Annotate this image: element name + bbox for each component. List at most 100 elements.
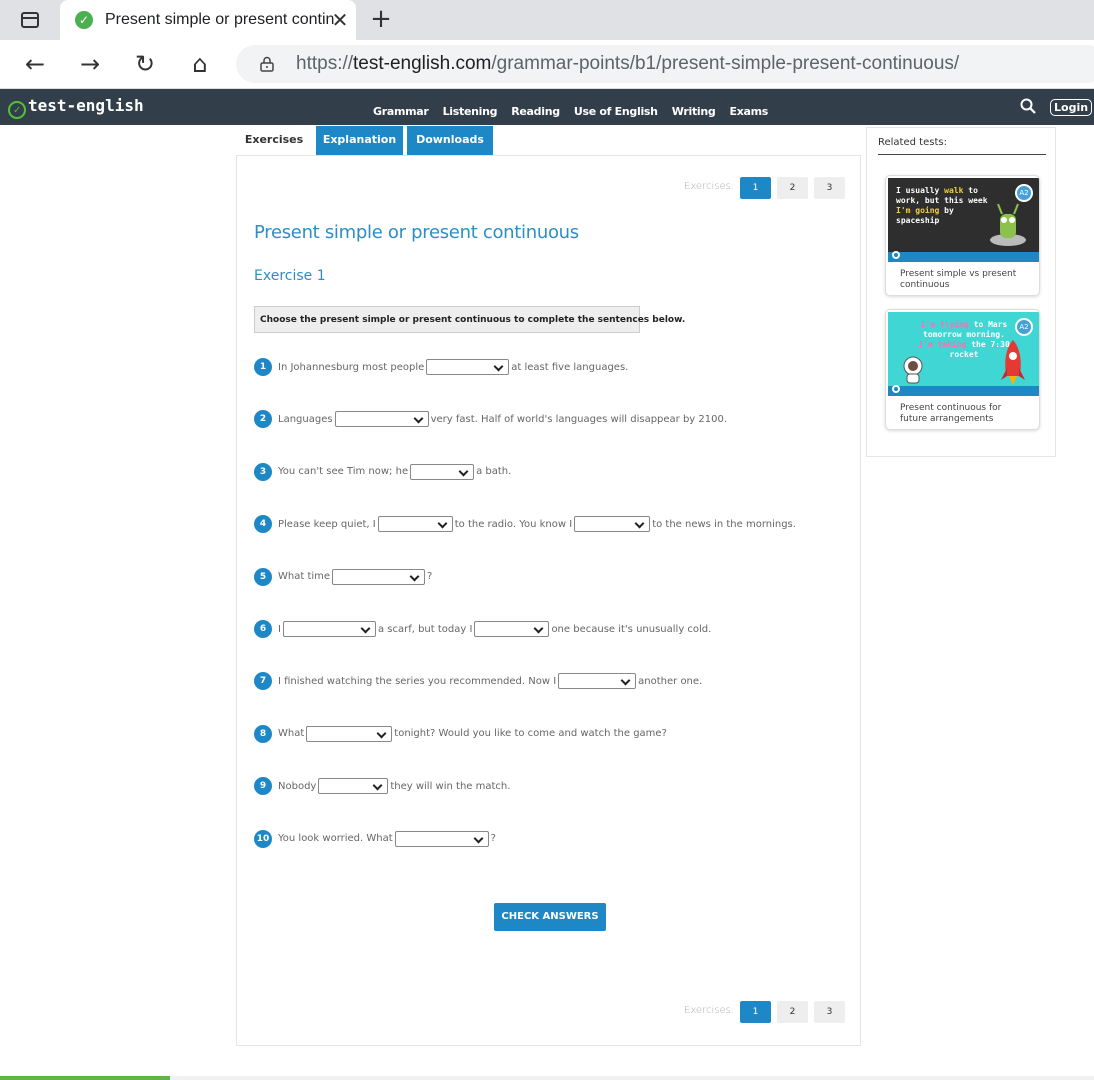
related-test-card[interactable]: I'm flying to Mars tomorrow morning. I'm… xyxy=(885,309,1040,430)
reload-icon[interactable]: ↻ xyxy=(131,50,159,78)
search-icon[interactable] xyxy=(1020,98,1036,114)
nav-link-reading[interactable]: Reading xyxy=(511,105,560,118)
question-2: 2 Languages very fast. Half of world's lan… xyxy=(254,409,727,429)
forward-arrow-icon[interactable]: → xyxy=(76,50,104,78)
tab-actions-icon[interactable] xyxy=(21,12,39,28)
related-test-caption: Present continuous for future arrangemen… xyxy=(900,403,1002,424)
question-5: 5 What time? xyxy=(254,567,432,587)
answer-dropdown[interactable] xyxy=(426,359,510,375)
pager-button-2[interactable]: 2 xyxy=(777,177,808,199)
question-6: 6Ia scarf, but today I one because it's u… xyxy=(254,619,711,639)
main-nav: Grammar Listening Reading Use of English Wri… xyxy=(373,100,782,119)
question-text: to the news in the mornings. xyxy=(652,518,796,530)
question-text: I finished watching the series you recom… xyxy=(278,675,557,687)
question-text: Nobody xyxy=(278,780,317,792)
question-text: What xyxy=(278,728,305,740)
instruction-box: Choose the present simple or present con… xyxy=(254,306,685,333)
answer-dropdown[interactable] xyxy=(394,830,489,847)
question-text: You can't see Tim now; he xyxy=(278,466,409,478)
question-4: 4 Please keep quiet, I to the radio. You k… xyxy=(254,514,796,534)
pager-button-3[interactable]: 3 xyxy=(814,177,845,199)
question-1: 1 In Johannesburg most people at least fiv… xyxy=(254,357,628,377)
play-circle-icon xyxy=(892,251,900,259)
question-text: ? xyxy=(427,571,433,583)
tab-exercises[interactable]: Exercises xyxy=(243,126,305,155)
browser-tab[interactable]: ✓ Present simple or present continuous |… xyxy=(60,0,356,40)
question-9: 9 Nobody they will win the match. xyxy=(254,776,510,796)
pager-button-3[interactable]: 3 xyxy=(814,1001,845,1023)
question-number: 2 xyxy=(254,410,272,429)
question-text: a bath. xyxy=(476,466,512,478)
site-navbar: ✓ test-english Grammar Listening Reading Use… xyxy=(0,89,1094,125)
thumbnail-text: I usually walk to work, but this week I'… xyxy=(896,186,988,225)
url-input[interactable]: https://test-english.com/grammar-points/… xyxy=(236,45,1094,83)
question-number: 5 xyxy=(254,567,272,586)
exercise-heading: Exercise 1 xyxy=(254,268,326,284)
question-number: 1 xyxy=(254,358,272,376)
check-answers-button[interactable]: CHECK ANSWERS xyxy=(494,903,606,931)
pager-label: Exercises: xyxy=(684,181,735,192)
play-circle-icon xyxy=(892,385,900,393)
question-text: they will win the match. xyxy=(390,780,511,792)
question-3: 3 You can't see Tim now; he a bath. xyxy=(254,462,511,482)
url-text: https://test-english.com/grammar-points/… xyxy=(296,53,960,74)
new-tab-plus-icon[interactable]: + xyxy=(368,6,394,32)
back-arrow-icon[interactable]: ← xyxy=(21,50,49,78)
question-7: 7 I finished watching the series you reco… xyxy=(254,671,702,691)
question-text: ? xyxy=(490,833,496,845)
question-number: 4 xyxy=(254,515,272,534)
question-text: to the radio. You know I xyxy=(454,518,573,530)
thumbnail-image: I'm flying to Mars tomorrow morning. I'm… xyxy=(888,312,1039,396)
answer-dropdown[interactable] xyxy=(318,778,389,795)
tab-downloads[interactable]: Downloads xyxy=(407,126,493,155)
answer-dropdown[interactable] xyxy=(410,463,475,480)
thumbnail-footer-bar xyxy=(888,252,1039,262)
question-number: 9 xyxy=(254,777,272,796)
favicon-check-icon: ✓ xyxy=(75,11,93,29)
thumbnail-footer-bar xyxy=(888,386,1039,396)
login-button[interactable]: Login xyxy=(1050,99,1093,116)
question-8: 8 What tonight? Would you like to come and… xyxy=(254,724,667,744)
pager-label: Exercises: xyxy=(684,1005,735,1016)
question-text: very fast. Half of world's languages wil… xyxy=(430,413,728,425)
related-tests-title: Related tests: xyxy=(878,137,1046,155)
answer-dropdown[interactable] xyxy=(334,411,429,428)
bottom-bar-accent xyxy=(0,1076,170,1080)
question-text: What time xyxy=(278,571,331,583)
answer-dropdown[interactable] xyxy=(377,516,453,533)
answer-dropdown[interactable] xyxy=(574,516,651,533)
answer-dropdown[interactable] xyxy=(282,621,376,637)
question-text: You look worried. What xyxy=(278,833,393,845)
question-number: 3 xyxy=(254,462,272,481)
question-text: a scarf, but today I xyxy=(377,623,473,635)
pager-button-1[interactable]: 1 xyxy=(740,1001,771,1023)
pager-button-2[interactable]: 2 xyxy=(777,1001,808,1023)
close-icon[interactable]: ✕ xyxy=(330,8,350,32)
question-text: In Johannesburg most people xyxy=(278,361,425,373)
question-text: Languages xyxy=(278,413,333,425)
rocket-illustration-icon xyxy=(1001,340,1025,385)
check-circle-icon: ✓ xyxy=(8,101,26,119)
browser-tab-strip: ✓ Present simple or present continuous |… xyxy=(0,0,1094,40)
lock-icon[interactable] xyxy=(260,56,274,72)
question-number: 8 xyxy=(254,724,272,743)
nav-link-listening[interactable]: Listening xyxy=(443,105,498,118)
answer-dropdown[interactable] xyxy=(306,725,393,742)
answer-dropdown[interactable] xyxy=(474,621,550,637)
site-logo[interactable]: ✓ test-english xyxy=(8,96,144,119)
nav-link-exams[interactable]: Exams xyxy=(730,105,769,118)
bottom-bar xyxy=(0,1076,1094,1080)
tab-title: Present simple or present continuous | T… xyxy=(105,11,335,28)
home-icon[interactable]: ⌂ xyxy=(186,50,214,78)
pager-button-1[interactable]: 1 xyxy=(740,177,771,199)
question-10: 10 You look worried. What? xyxy=(254,829,496,849)
nav-link-writing[interactable]: Writing xyxy=(672,105,716,118)
answer-dropdown[interactable] xyxy=(558,673,637,690)
question-number: 6 xyxy=(254,620,272,638)
thumbnail-text: I'm flying to Mars tomorrow morning. I'm… xyxy=(918,320,1010,359)
tab-explanation[interactable]: Explanation xyxy=(316,126,403,155)
answer-dropdown[interactable] xyxy=(332,568,426,585)
related-test-card[interactable]: I usually walk to work, but this week I'… xyxy=(885,175,1040,296)
nav-link-grammar[interactable]: Grammar xyxy=(373,105,429,118)
nav-link-use-of-english[interactable]: Use of English xyxy=(574,105,658,118)
